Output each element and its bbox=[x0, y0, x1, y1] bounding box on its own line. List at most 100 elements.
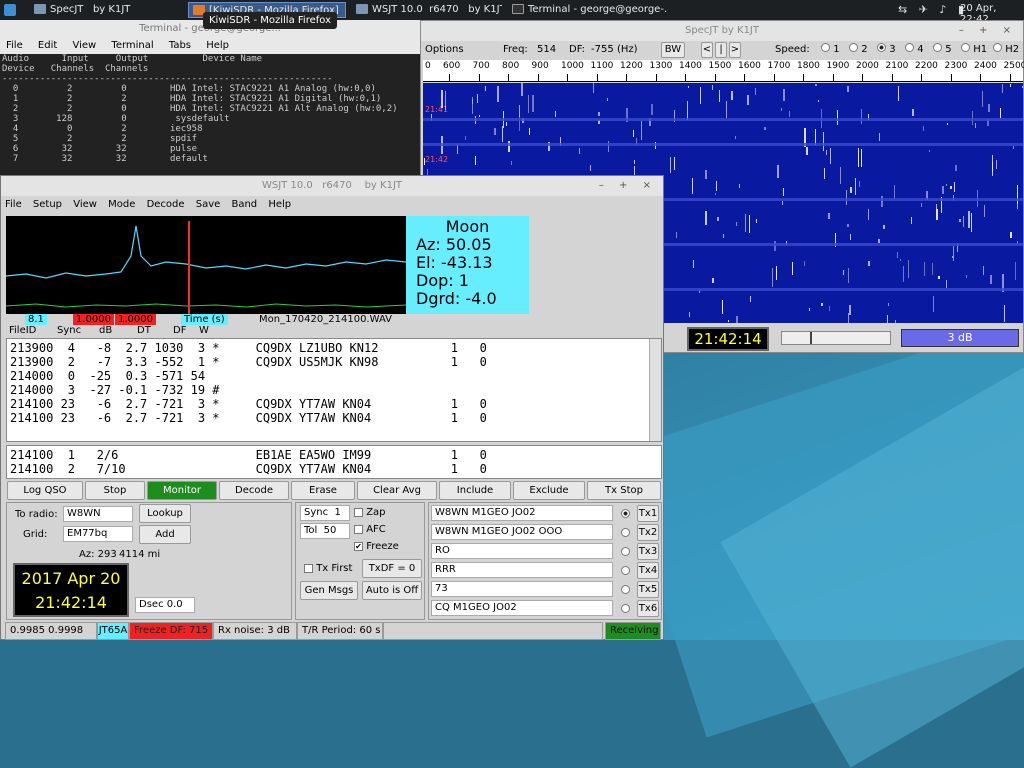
tray-icons[interactable]: ⇆ ✈ ♪ ▮ bbox=[898, 3, 968, 16]
speed-radio-h2[interactable]: H2 bbox=[993, 41, 1019, 59]
checkbox-label: AFC bbox=[366, 524, 386, 535]
tx-message-input[interactable]: W8WN M1GEO JO02 OOO bbox=[431, 524, 613, 540]
exclude-button[interactable]: Exclude bbox=[513, 481, 585, 500]
waterfall-signal bbox=[847, 224, 849, 227]
tx-stop-button[interactable]: Tx Stop bbox=[587, 481, 661, 500]
tx-first-checkbox[interactable]: Tx First bbox=[304, 563, 352, 574]
terminal-line: 3 128 0 sysdefault bbox=[0, 114, 420, 124]
add-button[interactable]: Add bbox=[139, 525, 191, 544]
include-button[interactable]: Include bbox=[439, 481, 511, 500]
tx-radio-icon[interactable] bbox=[621, 585, 630, 594]
freeze-checkbox[interactable]: ✔ Freeze bbox=[354, 541, 399, 552]
taskbar-item-terminal[interactable]: Terminal - george@george-... bbox=[508, 2, 668, 18]
slider-handle[interactable] bbox=[810, 332, 812, 344]
monitor-button[interactable]: Monitor bbox=[147, 481, 217, 500]
menu-setup[interactable]: Setup bbox=[33, 199, 62, 210]
average-text-box[interactable]: 214100 1 2/6 EB1AE EA5WO IM99 1 0 214100… bbox=[6, 445, 662, 479]
erase-button[interactable]: Erase bbox=[291, 481, 355, 500]
zap-checkbox[interactable]: Zap bbox=[354, 507, 386, 518]
waterfall-signal bbox=[715, 193, 716, 195]
window-icon bbox=[356, 4, 368, 14]
tol-spinbox[interactable]: Tol 50 bbox=[300, 523, 350, 539]
dsec-display: Dsec 0.0 bbox=[135, 597, 195, 613]
tx-message-input[interactable]: W8WN M1GEO JO02 bbox=[431, 505, 613, 521]
auto-off-button[interactable]: Auto is Off bbox=[362, 581, 422, 600]
tx-radio-icon[interactable] bbox=[621, 528, 630, 537]
tx-message-input[interactable]: RRR bbox=[431, 562, 613, 578]
tx-message-input[interactable]: 73 bbox=[431, 581, 613, 597]
scale-label: 0 bbox=[425, 61, 431, 71]
sync-spinbox[interactable]: Sync 1 bbox=[300, 505, 350, 521]
tx-select-button[interactable]: Tx1 bbox=[637, 505, 659, 522]
grid-input[interactable]: EM77bq bbox=[63, 526, 133, 542]
nav-center-button[interactable]: | bbox=[715, 42, 727, 58]
tx-radio-icon[interactable] bbox=[621, 547, 630, 556]
scale-tick bbox=[567, 74, 568, 81]
scale-tick bbox=[862, 74, 863, 81]
menu-help[interactable]: Help bbox=[268, 199, 291, 210]
brightness-slider[interactable] bbox=[781, 331, 891, 345]
gen-msgs-button[interactable]: Gen Msgs bbox=[300, 581, 358, 600]
taskbar-item-specjt[interactable]: SpecJT by K1JT bbox=[30, 2, 180, 18]
window-controls[interactable]: – + × bbox=[599, 176, 657, 196]
taskbar-item-wsjt[interactable]: WSJT 10.0 r6470 by K1JT bbox=[352, 2, 502, 18]
window-controls[interactable]: – + × bbox=[959, 21, 1017, 41]
tx-select-button[interactable]: Tx2 bbox=[637, 524, 659, 541]
tx-message-input[interactable]: CQ M1GEO JO02 bbox=[431, 600, 613, 616]
tx-select-button[interactable]: Tx6 bbox=[637, 600, 659, 617]
sync-plot[interactable] bbox=[6, 216, 406, 314]
waterfall-signal bbox=[521, 83, 523, 96]
speed-radio-1[interactable]: 1 bbox=[821, 41, 840, 59]
tx-radio-icon[interactable] bbox=[621, 509, 630, 518]
app-menu-icon[interactable] bbox=[4, 4, 16, 16]
afc-checkbox[interactable]: AFC bbox=[354, 524, 386, 535]
nav-left-button[interactable]: < bbox=[701, 42, 713, 58]
menu-file[interactable]: File bbox=[6, 40, 23, 51]
waterfall-signal bbox=[755, 88, 756, 95]
menu-file[interactable]: File bbox=[5, 199, 22, 210]
tx-select-button[interactable]: Tx3 bbox=[637, 543, 659, 560]
speed-radio-2[interactable]: 2 bbox=[849, 41, 868, 59]
tx-select-button[interactable]: Tx4 bbox=[637, 562, 659, 579]
tx-radio-icon[interactable] bbox=[621, 604, 630, 613]
menu-decode[interactable]: Decode bbox=[147, 199, 185, 210]
menu-help[interactable]: Help bbox=[206, 40, 229, 51]
menu-view[interactable]: View bbox=[73, 199, 97, 210]
decode-button[interactable]: Decode bbox=[219, 481, 289, 500]
menu-edit[interactable]: Edit bbox=[38, 40, 57, 51]
gain-indicator[interactable]: 3 dB bbox=[901, 329, 1019, 347]
menu-save[interactable]: Save bbox=[196, 199, 221, 210]
txdf-button[interactable]: TxDF = 0 bbox=[362, 559, 422, 578]
speed-radio-h1[interactable]: H1 bbox=[961, 41, 987, 59]
lookup-button[interactable]: Lookup bbox=[139, 504, 191, 523]
menu-mode[interactable]: Mode bbox=[108, 199, 135, 210]
speed-text: 4 bbox=[917, 44, 923, 55]
waterfall-signal bbox=[1010, 84, 1011, 87]
options-menu[interactable]: Options bbox=[425, 41, 464, 59]
decode-scrollbar[interactable] bbox=[649, 339, 661, 441]
df-unit: (Hz) bbox=[617, 41, 638, 59]
menu-view[interactable]: View bbox=[72, 40, 96, 51]
col-header: DF bbox=[173, 325, 186, 336]
tx-select-button[interactable]: Tx5 bbox=[637, 581, 659, 598]
menu-tabs[interactable]: Tabs bbox=[169, 40, 191, 51]
waterfall-signal bbox=[1013, 146, 1014, 149]
log-qso-button[interactable]: Log QSO bbox=[7, 481, 83, 500]
decoded-text-box[interactable]: 213900 4 -8 2.7 1030 3 * CQ9DX LZ1UBO KN… bbox=[6, 338, 662, 442]
bw-button[interactable]: BW bbox=[661, 42, 685, 58]
terminal-output[interactable]: Audio Input Output Device Name Device Ch… bbox=[0, 54, 420, 164]
speed-radio-5[interactable]: 5 bbox=[933, 41, 952, 59]
speed-radio-4[interactable]: 4 bbox=[905, 41, 924, 59]
taskbar-label: r6470 bbox=[429, 4, 459, 15]
waterfall-band bbox=[423, 118, 1023, 121]
speed-radio-3[interactable]: 3 bbox=[877, 41, 896, 59]
nav-right-button[interactable]: > bbox=[729, 42, 741, 58]
status-mode: JT65A bbox=[97, 622, 129, 640]
to-radio-input[interactable]: W8WN bbox=[63, 506, 133, 522]
tx-message-input[interactable]: RO bbox=[431, 543, 613, 559]
stop-button[interactable]: Stop bbox=[85, 481, 145, 500]
menu-terminal[interactable]: Terminal bbox=[111, 40, 153, 51]
clear-avg-button[interactable]: Clear Avg bbox=[357, 481, 437, 500]
tx-radio-icon[interactable] bbox=[621, 566, 630, 575]
menu-band[interactable]: Band bbox=[231, 199, 257, 210]
